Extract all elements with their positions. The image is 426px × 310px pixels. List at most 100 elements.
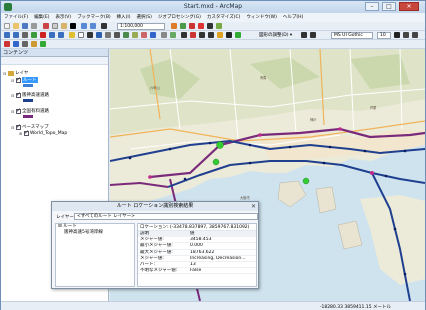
calibrate-tool-icon[interactable] xyxy=(40,41,46,47)
lrs-tool-icon[interactable] xyxy=(4,41,10,47)
line-color-icon[interactable] xyxy=(226,32,232,38)
layer-route-symbol[interactable] xyxy=(23,84,33,87)
open-icon[interactable] xyxy=(13,23,19,29)
forward-extent-icon[interactable] xyxy=(58,32,64,38)
select-elements-icon[interactable] xyxy=(87,32,93,38)
text-icon[interactable] xyxy=(208,32,214,38)
hatch-tool-icon[interactable] xyxy=(31,41,37,47)
layer-national-toll[interactable]: ⊟ 全国有料道路 xyxy=(11,107,49,115)
menu-selection[interactable]: 選択(S) xyxy=(134,13,155,22)
save-icon[interactable] xyxy=(22,23,28,29)
adjust-shape-dropdown[interactable]: 図形の調整(D) ▾ xyxy=(259,32,292,38)
undo-icon[interactable] xyxy=(81,23,87,29)
layer-label[interactable]: World_Topo_Map xyxy=(30,131,67,136)
hyperlink-icon[interactable] xyxy=(123,32,129,38)
measure-tool-icon[interactable] xyxy=(22,41,28,47)
swipe-icon[interactable] xyxy=(170,32,176,38)
arctoolbox-icon[interactable] xyxy=(198,23,204,29)
layer-visibility-checkbox[interactable] xyxy=(16,76,21,83)
font-size-select[interactable]: 10 xyxy=(377,32,391,39)
menu-windows[interactable]: ウィンドウ(W) xyxy=(243,13,279,22)
maximize-button[interactable]: □ xyxy=(382,2,396,11)
copy-icon[interactable] xyxy=(52,23,58,29)
text-tool-icon[interactable] xyxy=(310,32,316,38)
modelbuilder-icon[interactable] xyxy=(216,23,222,29)
viewer-icon[interactable] xyxy=(161,32,167,38)
draw-line-icon[interactable] xyxy=(301,32,307,38)
national-toll-symbol[interactable] xyxy=(23,115,33,118)
collapse-icon[interactable]: ⊟ xyxy=(11,93,15,98)
selected-layer-label[interactable]: ルート xyxy=(22,77,38,83)
catalog-icon[interactable] xyxy=(180,23,186,29)
underline-icon[interactable] xyxy=(412,32,418,38)
delete-icon[interactable] xyxy=(70,23,76,29)
redo-icon[interactable] xyxy=(90,23,96,29)
zoom-in-icon[interactable] xyxy=(4,32,10,38)
dialog-close-button[interactable]: ✕ xyxy=(251,203,256,210)
layer-visibility-checkbox[interactable] xyxy=(16,107,21,114)
layer-hanshin[interactable]: ⊟ 阪神高速道路 xyxy=(11,91,49,99)
expand-icon[interactable]: ⊞ xyxy=(19,131,23,136)
layer-world-topo[interactable]: ⊞ World_Topo_Map xyxy=(19,129,67,136)
menu-view[interactable]: 表示(V) xyxy=(52,13,74,22)
clear-selection-icon[interactable] xyxy=(78,32,84,38)
layer-visibility-checkbox[interactable] xyxy=(16,123,21,130)
collapse-icon[interactable]: ⊟ xyxy=(11,78,15,83)
print-icon[interactable] xyxy=(31,23,37,29)
layer-label[interactable]: 全国有料道路 xyxy=(22,108,49,114)
route-tool-icon[interactable] xyxy=(13,41,19,47)
pan-icon[interactable] xyxy=(22,32,28,38)
collapse-icon[interactable]: ⊟ xyxy=(11,125,15,130)
python-icon[interactable] xyxy=(207,23,213,29)
draw-arrow-icon[interactable] xyxy=(181,32,187,38)
layer-label[interactable]: 阪神高速道路 xyxy=(22,92,49,98)
menu-help[interactable]: ヘルプ(H) xyxy=(280,13,306,22)
menu-geoprocessing[interactable]: ジオプロセシング(G) xyxy=(155,13,204,22)
route-symbol[interactable] xyxy=(23,84,33,87)
paste-icon[interactable] xyxy=(61,23,67,29)
layer-national-toll-symbol[interactable] xyxy=(23,115,33,118)
zoom-out-icon[interactable] xyxy=(13,32,19,38)
rectangle-icon[interactable] xyxy=(199,32,205,38)
collapse-icon[interactable]: ⊟ xyxy=(11,109,15,114)
italic-icon[interactable] xyxy=(403,32,409,38)
close-button[interactable]: ✕ xyxy=(399,2,419,11)
layer-basemap[interactable]: ⊟ ベースマップ xyxy=(11,123,49,131)
menu-bookmarks[interactable]: ブックマーク(B) xyxy=(74,13,114,22)
menu-file[interactable]: ファイル(F) xyxy=(1,13,31,22)
collapse-icon[interactable]: ⊟ xyxy=(3,71,7,76)
marker-color-icon[interactable] xyxy=(235,32,241,38)
layer-visibility-checkbox[interactable] xyxy=(16,91,21,98)
tree-item[interactable]: 阪神高速5号湾岸線 xyxy=(56,230,134,236)
menu-insert[interactable]: 挿入(I) xyxy=(114,13,134,22)
cut-icon[interactable] xyxy=(43,23,49,29)
rotate-icon[interactable] xyxy=(190,32,196,38)
fill-color-icon[interactable] xyxy=(217,32,223,38)
menu-edit[interactable]: 編集(E) xyxy=(31,13,52,22)
layer-hanshin-symbol[interactable] xyxy=(23,99,33,102)
minimize-button[interactable]: – xyxy=(365,2,379,11)
html-popup-icon[interactable] xyxy=(132,32,138,38)
route-identify-icon[interactable] xyxy=(141,32,147,38)
layer-route[interactable]: ⊟ ルート xyxy=(11,76,38,83)
editor-icon[interactable] xyxy=(171,23,177,29)
time-slider-icon[interactable] xyxy=(150,32,156,38)
map-scale-field[interactable]: 1:100,000 xyxy=(117,23,165,30)
identify-icon[interactable] xyxy=(96,32,102,38)
measure-icon[interactable] xyxy=(114,32,120,38)
layer-visibility-checkbox[interactable] xyxy=(24,129,29,136)
hanshin-symbol[interactable] xyxy=(23,99,33,102)
search-icon[interactable] xyxy=(189,23,195,29)
fixed-zoom-icon[interactable] xyxy=(40,32,46,38)
add-data-icon[interactable] xyxy=(101,23,107,29)
new-icon[interactable] xyxy=(4,23,10,29)
font-select[interactable]: MS UI Gothic xyxy=(331,32,373,39)
coordinate-readout: -18280.33 3859411.15 メートル xyxy=(319,305,391,310)
select-features-icon[interactable] xyxy=(69,32,75,38)
find-icon[interactable] xyxy=(105,32,111,38)
full-extent-icon[interactable] xyxy=(31,32,37,38)
back-extent-icon[interactable] xyxy=(49,32,55,38)
bold-icon[interactable] xyxy=(394,32,400,38)
menu-customize[interactable]: カスタマイズ(C) xyxy=(204,13,244,22)
layer-select[interactable]: <すべてのルート レイヤー> xyxy=(74,213,258,220)
